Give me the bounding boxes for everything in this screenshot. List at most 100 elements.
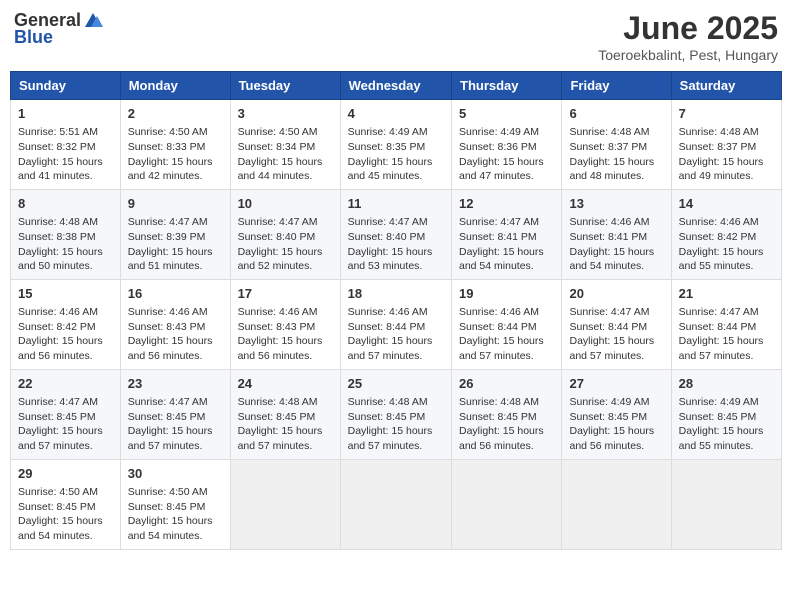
calendar-week-row: 8Sunrise: 4:48 AMSunset: 8:38 PMDaylight… — [11, 189, 782, 279]
sunrise-text: Sunrise: 4:47 AM — [569, 305, 663, 320]
sunrise-text: Sunrise: 4:46 AM — [128, 305, 223, 320]
daylight-text: Daylight: 15 hours and 45 minutes. — [348, 155, 444, 184]
daylight-text: Daylight: 15 hours and 53 minutes. — [348, 245, 444, 274]
sunrise-text: Sunrise: 4:50 AM — [238, 125, 333, 140]
daylight-text: Daylight: 15 hours and 49 minutes. — [679, 155, 774, 184]
sunrise-text: Sunrise: 4:48 AM — [348, 395, 444, 410]
sunrise-text: Sunrise: 4:49 AM — [348, 125, 444, 140]
day-number: 25 — [348, 375, 444, 393]
col-saturday: Saturday — [671, 72, 781, 100]
sunset-text: Sunset: 8:42 PM — [679, 230, 774, 245]
day-number: 1 — [18, 105, 113, 123]
sunrise-text: Sunrise: 4:48 AM — [238, 395, 333, 410]
daylight-text: Daylight: 15 hours and 57 minutes. — [459, 334, 554, 363]
day-number: 9 — [128, 195, 223, 213]
table-cell: 3Sunrise: 4:50 AMSunset: 8:34 PMDaylight… — [230, 100, 340, 190]
daylight-text: Daylight: 15 hours and 42 minutes. — [128, 155, 223, 184]
sunrise-text: Sunrise: 4:47 AM — [679, 305, 774, 320]
logo-blue-text: Blue — [14, 27, 53, 48]
sunset-text: Sunset: 8:45 PM — [348, 410, 444, 425]
day-number: 16 — [128, 285, 223, 303]
day-number: 28 — [679, 375, 774, 393]
sunrise-text: Sunrise: 4:47 AM — [459, 215, 554, 230]
sunset-text: Sunset: 8:45 PM — [18, 500, 113, 515]
day-number: 10 — [238, 195, 333, 213]
day-number: 2 — [128, 105, 223, 123]
sunset-text: Sunset: 8:41 PM — [569, 230, 663, 245]
table-cell: 19Sunrise: 4:46 AMSunset: 8:44 PMDayligh… — [452, 279, 562, 369]
sunset-text: Sunset: 8:44 PM — [459, 320, 554, 335]
daylight-text: Daylight: 15 hours and 56 minutes. — [18, 334, 113, 363]
table-cell: 15Sunrise: 4:46 AMSunset: 8:42 PMDayligh… — [11, 279, 121, 369]
sunset-text: Sunset: 8:45 PM — [679, 410, 774, 425]
sunrise-text: Sunrise: 4:49 AM — [459, 125, 554, 140]
calendar-week-row: 15Sunrise: 4:46 AMSunset: 8:42 PMDayligh… — [11, 279, 782, 369]
day-number: 27 — [569, 375, 663, 393]
col-monday: Monday — [120, 72, 230, 100]
day-number: 22 — [18, 375, 113, 393]
table-cell: 9 Sunrise: 4:47 AMSunset: 8:39 PMDaylight… — [120, 189, 230, 279]
day-number: 26 — [459, 375, 554, 393]
sunset-text: Sunset: 8:44 PM — [569, 320, 663, 335]
col-tuesday: Tuesday — [230, 72, 340, 100]
table-cell: 7Sunrise: 4:48 AMSunset: 8:37 PMDaylight… — [671, 100, 781, 190]
day-number: 23 — [128, 375, 223, 393]
table-cell: 10Sunrise: 4:47 AMSunset: 8:40 PMDayligh… — [230, 189, 340, 279]
col-friday: Friday — [562, 72, 671, 100]
table-cell: 6Sunrise: 4:48 AMSunset: 8:37 PMDaylight… — [562, 100, 671, 190]
table-cell: 24Sunrise: 4:48 AMSunset: 8:45 PMDayligh… — [230, 369, 340, 459]
daylight-text: Daylight: 15 hours and 55 minutes. — [679, 245, 774, 274]
calendar-week-row: 1Sunrise: 5:51 AMSunset: 8:32 PMDaylight… — [11, 100, 782, 190]
daylight-text: Daylight: 15 hours and 54 minutes. — [18, 514, 113, 543]
day-number: 4 — [348, 105, 444, 123]
table-cell: 13Sunrise: 4:46 AMSunset: 8:41 PMDayligh… — [562, 189, 671, 279]
sunset-text: Sunset: 8:35 PM — [348, 140, 444, 155]
sunset-text: Sunset: 8:34 PM — [238, 140, 333, 155]
table-cell: 23Sunrise: 4:47 AMSunset: 8:45 PMDayligh… — [120, 369, 230, 459]
page-header: General Blue June 2025 Toeroekbalint, Pe… — [10, 10, 782, 63]
daylight-text: Daylight: 15 hours and 57 minutes. — [679, 334, 774, 363]
daylight-text: Daylight: 15 hours and 41 minutes. — [18, 155, 113, 184]
table-cell: 25Sunrise: 4:48 AMSunset: 8:45 PMDayligh… — [340, 369, 451, 459]
table-cell — [562, 459, 671, 549]
day-number: 5 — [459, 105, 554, 123]
table-cell: 20Sunrise: 4:47 AMSunset: 8:44 PMDayligh… — [562, 279, 671, 369]
sunset-text: Sunset: 8:37 PM — [679, 140, 774, 155]
sunrise-text: Sunrise: 4:46 AM — [238, 305, 333, 320]
daylight-text: Daylight: 15 hours and 52 minutes. — [238, 245, 333, 274]
table-cell: 26Sunrise: 4:48 AMSunset: 8:45 PMDayligh… — [452, 369, 562, 459]
sunset-text: Sunset: 8:43 PM — [128, 320, 223, 335]
sunrise-text: Sunrise: 4:47 AM — [128, 215, 223, 230]
sunset-text: Sunset: 8:39 PM — [128, 230, 223, 245]
daylight-text: Daylight: 15 hours and 51 minutes. — [128, 245, 223, 274]
daylight-text: Daylight: 15 hours and 54 minutes. — [128, 514, 223, 543]
table-cell: 11Sunrise: 4:47 AMSunset: 8:40 PMDayligh… — [340, 189, 451, 279]
table-cell: 27Sunrise: 4:49 AMSunset: 8:45 PMDayligh… — [562, 369, 671, 459]
day-number: 14 — [679, 195, 774, 213]
daylight-text: Daylight: 15 hours and 56 minutes. — [128, 334, 223, 363]
day-number: 29 — [18, 465, 113, 483]
daylight-text: Daylight: 15 hours and 54 minutes. — [569, 245, 663, 274]
sunset-text: Sunset: 8:45 PM — [459, 410, 554, 425]
location-text: Toeroekbalint, Pest, Hungary — [598, 47, 778, 63]
daylight-text: Daylight: 15 hours and 50 minutes. — [18, 245, 113, 274]
calendar-header-row: Sunday Monday Tuesday Wednesday Thursday… — [11, 72, 782, 100]
day-number: 19 — [459, 285, 554, 303]
sunset-text: Sunset: 8:45 PM — [128, 410, 223, 425]
day-number: 3 — [238, 105, 333, 123]
day-number: 15 — [18, 285, 113, 303]
sunset-text: Sunset: 8:40 PM — [238, 230, 333, 245]
sunset-text: Sunset: 8:41 PM — [459, 230, 554, 245]
month-year-title: June 2025 — [598, 10, 778, 47]
daylight-text: Daylight: 15 hours and 47 minutes. — [459, 155, 554, 184]
table-cell: 8Sunrise: 4:48 AMSunset: 8:38 PMDaylight… — [11, 189, 121, 279]
sunrise-text: Sunrise: 4:50 AM — [128, 485, 223, 500]
sunrise-text: Sunrise: 4:46 AM — [348, 305, 444, 320]
table-cell — [340, 459, 451, 549]
sunset-text: Sunset: 8:32 PM — [18, 140, 113, 155]
daylight-text: Daylight: 15 hours and 56 minutes. — [459, 424, 554, 453]
daylight-text: Daylight: 15 hours and 54 minutes. — [459, 245, 554, 274]
table-cell — [671, 459, 781, 549]
table-cell: 29Sunrise: 4:50 AMSunset: 8:45 PMDayligh… — [11, 459, 121, 549]
calendar-week-row: 29Sunrise: 4:50 AMSunset: 8:45 PMDayligh… — [11, 459, 782, 549]
